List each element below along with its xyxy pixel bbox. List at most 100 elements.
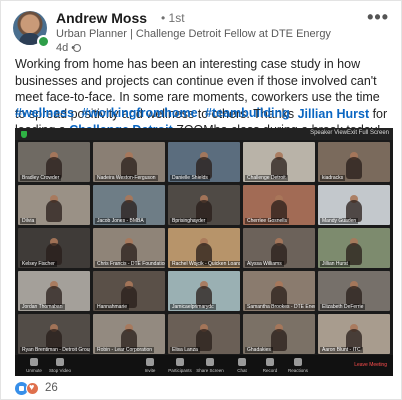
participant-name: Cherrlee Gosnells: [245, 218, 290, 224]
participant-tile: Elizabeth DeFerrie: [318, 271, 390, 311]
participant-name: Jordan Thomaban: [20, 304, 65, 310]
participant-name: Bprisinghayder: [170, 218, 208, 224]
post-header: Andrew Moss • 1st Urban Planner | Challe…: [1, 1, 402, 54]
participant-figure: [346, 157, 362, 179]
control-label: Record: [262, 368, 278, 373]
zoom-screenshot[interactable]: Speaker View Exit Full Screen Bradley Cr…: [15, 128, 393, 376]
zoom-control-share-screen: Share Screen: [195, 358, 225, 373]
zoom-control-reactions: Reactions: [283, 358, 313, 373]
author-headline: Urban Planner | Challenge Detroit Fellow…: [56, 28, 331, 40]
participant-tile: Jordan Thomaban: [18, 271, 90, 311]
control-icon: [176, 358, 184, 366]
leave-meeting-button: Leave Meeting: [354, 362, 387, 368]
participant-tile: Samantha Brookes - DTE Energy: [243, 271, 315, 311]
control-icon: [56, 358, 64, 366]
participant-tile: Cherrlee Gosnells: [243, 185, 315, 225]
control-icon: [266, 358, 274, 366]
participant-name: kiadracks: [320, 175, 346, 181]
hashtag-link[interactable]: #wellness: [15, 106, 74, 120]
control-icon: [238, 358, 246, 366]
participant-tile: Robin - Lear Corporation: [93, 314, 165, 354]
participant-grid: Bradley Crowder Nadeira Weston-Ferguson Da…: [18, 142, 390, 354]
hashtags: #wellness #workingfromhome #teambuilding: [15, 106, 294, 120]
control-label: Reactions: [287, 368, 308, 373]
zoom-control-stop-video: Stop Video: [45, 358, 75, 373]
control-icon: [294, 358, 302, 366]
participant-tile: Mandy Guaden: [318, 185, 390, 225]
participant-tile: Nadeira Weston-Ferguson: [93, 142, 165, 182]
hashtag-link[interactable]: #teambuilding: [205, 106, 290, 120]
control-label: Unmute: [26, 368, 42, 373]
participant-tile: Kelsey Fischer: [18, 228, 90, 268]
exit-fullscreen-button: Exit Full Screen: [346, 130, 389, 136]
hashtag-link[interactable]: #workingfromhome: [82, 106, 198, 120]
zoom-control-participants: Participants: [165, 358, 195, 373]
participant-name: Chris Francis - DTE Foundation: [95, 261, 165, 267]
globe-icon: [73, 44, 81, 52]
participant-tile: Bradley Crowder: [18, 142, 90, 182]
participant-name: Alyssa Williams: [245, 261, 284, 267]
participant-name: Kelsey Fischer: [20, 261, 57, 267]
participant-tile: Danielle Shields: [168, 142, 240, 182]
participant-name: Ghadakies: [245, 347, 273, 353]
mention-link[interactable]: Jillian Hurst: [298, 107, 370, 121]
participant-name: Aaron Blunt - ITC: [320, 347, 363, 353]
control-label: Invite: [144, 368, 156, 373]
control-label: Stop Video: [49, 368, 71, 373]
participant-name: Danielle Shields: [170, 175, 210, 181]
participant-name: Ryan Brentiman - Detroit Group: [20, 347, 90, 353]
security-shield-icon: [21, 131, 27, 138]
participant-tile: Aaron Blunt - ITC: [318, 314, 390, 354]
control-label: Share Screen: [196, 368, 224, 373]
participant-name: Bradley Crowder: [20, 175, 62, 181]
participant-name: Challenge Detroit: [245, 175, 288, 181]
participant-name: Samantha Brookes - DTE Energy: [245, 304, 315, 310]
zoom-control-record: Record: [255, 358, 285, 373]
participant-tile: Bprisinghayder: [168, 185, 240, 225]
participant-name: Mandy Guaden: [320, 218, 359, 224]
control-icon: [206, 358, 214, 366]
participant-tile: Hannahmarie: [93, 271, 165, 311]
online-status-icon: [37, 35, 50, 48]
participant-name: Jamicaelprimarydc: [170, 304, 216, 310]
participant-name: Dilvia: [20, 218, 37, 224]
reaction-count[interactable]: 26: [45, 382, 58, 394]
participant-name: Hannahmarie: [95, 304, 130, 310]
participant-tile: Ryan Brentiman - Detroit Group: [18, 314, 90, 354]
control-icon: [146, 358, 154, 366]
participant-tile: Jamicaelprimarydc: [168, 271, 240, 311]
zoom-control-bar: Leave Meeting Unmute Stop Video Invite Part…: [15, 355, 393, 376]
participant-figure: [46, 200, 62, 222]
control-label: Participants: [168, 368, 192, 373]
zoom-control-invite: Invite: [135, 358, 165, 373]
control-icon: [30, 358, 38, 366]
control-label: Chat: [237, 368, 247, 373]
participant-name: Jillian Hurst: [320, 261, 350, 267]
participant-name: Elizabeth DeFerrie: [320, 304, 366, 310]
participant-name: Robin - Lear Corporation: [95, 347, 155, 353]
participant-figure: [271, 329, 287, 351]
zoom-top-bar: Speaker View Exit Full Screen: [15, 128, 393, 140]
participant-tile: Jillian Hurst: [318, 228, 390, 268]
post-card: Andrew Moss • 1st Urban Planner | Challe…: [0, 0, 402, 400]
love-icon: [26, 382, 39, 395]
participant-tile: kiadracks: [318, 142, 390, 182]
more-options-icon[interactable]: •••: [367, 7, 389, 28]
post-text: Working from home has been an interestin…: [15, 56, 393, 139]
participant-tile: Jacob Jones - BMBA: [93, 185, 165, 225]
participant-tile: Rachel Wojcik - Quicken Loans: [168, 228, 240, 268]
participant-tile: Chris Francis - DTE Foundation: [93, 228, 165, 268]
participant-tile: Alyssa Williams: [243, 228, 315, 268]
participant-tile: Elisa Lanza: [168, 314, 240, 354]
participant-name: Jacob Jones - BMBA: [95, 218, 146, 224]
connection-degree: • 1st: [161, 11, 185, 25]
zoom-control-chat: Chat: [227, 358, 257, 373]
participant-name: Nadeira Weston-Ferguson: [95, 175, 158, 181]
participant-tile: Ghadakies: [243, 314, 315, 354]
participant-tile: Challenge Detroit: [243, 142, 315, 182]
participant-tile: Dilvia: [18, 185, 90, 225]
participant-name: Elisa Lanza: [170, 347, 200, 353]
participant-name: Rachel Wojcik - Quicken Loans: [170, 261, 240, 267]
speaker-view-button: Speaker View: [310, 130, 347, 136]
author-name[interactable]: Andrew Moss: [56, 10, 147, 26]
